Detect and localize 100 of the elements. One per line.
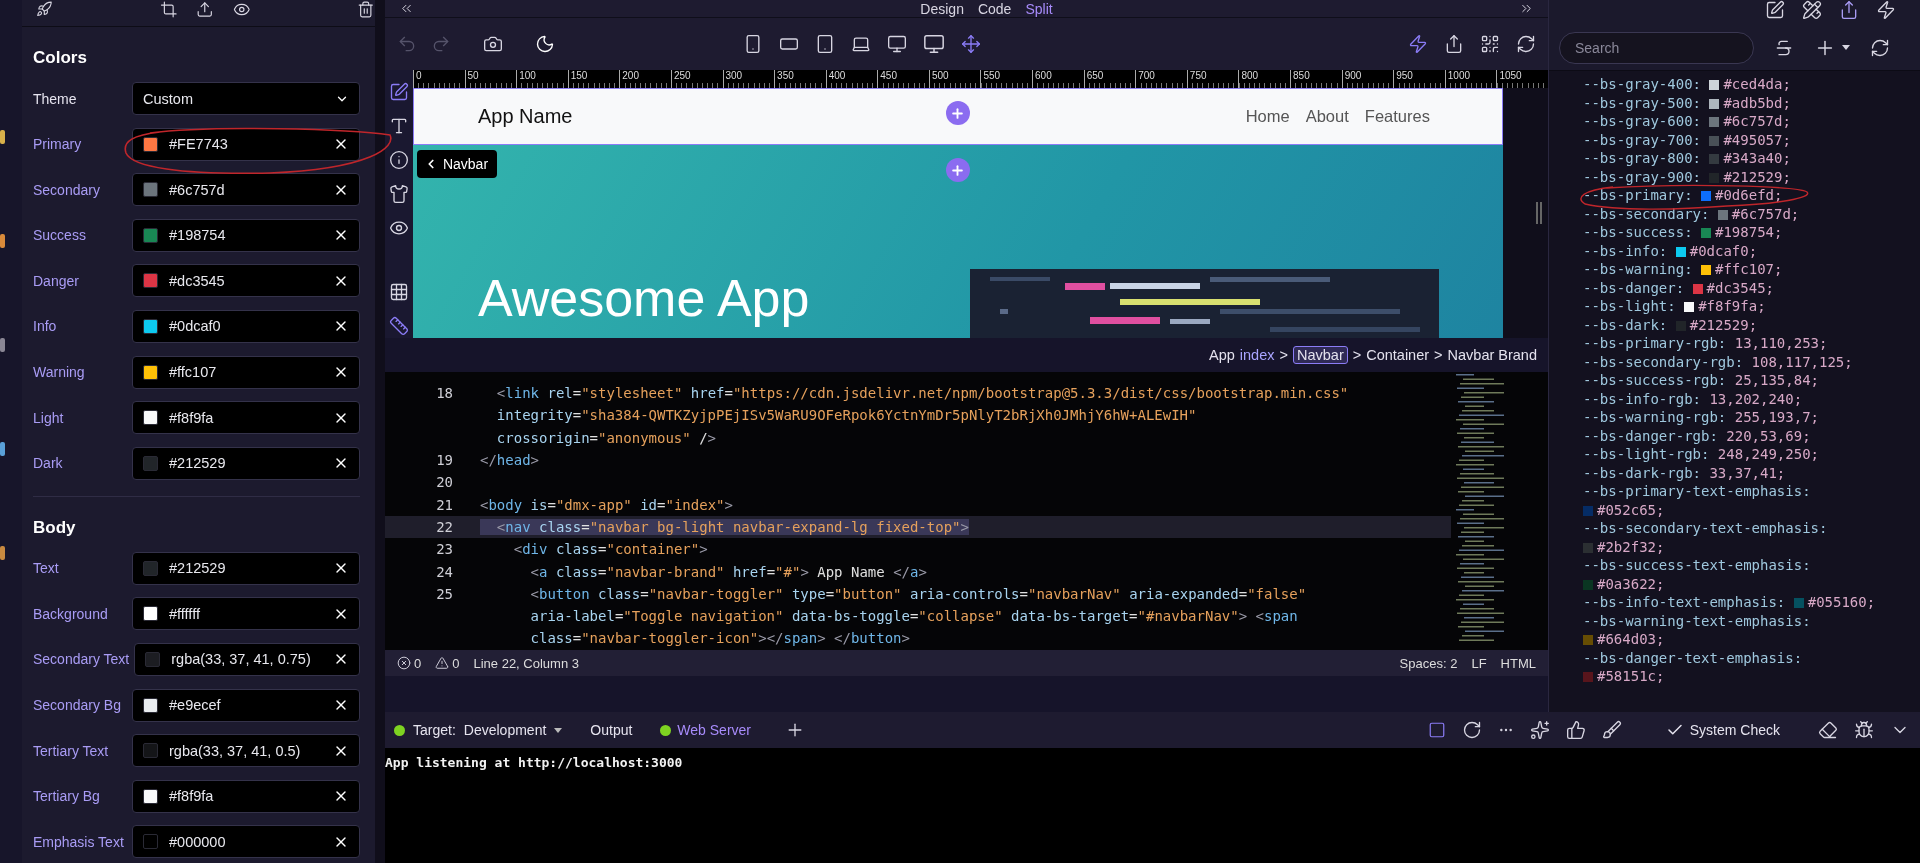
thumbs-up-icon[interactable]: [1565, 720, 1586, 740]
field-label: Secondary Text: [33, 651, 130, 668]
color-field[interactable]: #0dcaf0: [132, 309, 360, 343]
plus-icon[interactable]: [950, 162, 966, 178]
sidebar-icon[interactable]: [0, 442, 5, 456]
color-swatch[interactable]: [143, 364, 158, 380]
color-swatch[interactable]: [143, 318, 158, 334]
preview-navbar[interactable]: App Name Home About Features: [412, 88, 1503, 145]
color-field[interactable]: #6c757d: [132, 173, 360, 207]
theme-select[interactable]: Custom: [132, 82, 360, 115]
breadcrumb-item[interactable]: App: [1209, 347, 1235, 363]
breadcrumb-item[interactable]: Navbar: [1292, 346, 1348, 364]
mode-tab[interactable]: Code: [977, 0, 1012, 17]
nav-link[interactable]: Home: [1245, 107, 1290, 126]
color-swatch[interactable]: [143, 560, 158, 576]
sidebar-icon[interactable]: [0, 234, 5, 248]
share-icon[interactable]: [1444, 34, 1464, 54]
monitor-icon[interactable]: [922, 33, 945, 55]
grid-icon[interactable]: [388, 282, 409, 302]
sidebar-icon[interactable]: [0, 338, 5, 352]
color-swatch[interactable]: [143, 410, 158, 426]
color-field[interactable]: rgba(33, 37, 41, 0.5): [132, 734, 360, 768]
color-field[interactable]: #212529: [132, 551, 360, 585]
camera-icon[interactable]: [483, 34, 503, 54]
line-number: 24: [435, 563, 453, 580]
color-swatch[interactable]: [143, 606, 158, 622]
rocket-icon[interactable]: [36, 0, 53, 18]
breadcrumb-item[interactable]: Container: [1366, 347, 1430, 363]
bug-icon[interactable]: [1854, 720, 1874, 740]
nav-link[interactable]: About: [1305, 107, 1349, 126]
color-field[interactable]: #ffffff: [132, 597, 360, 631]
color-field[interactable]: #f8f9fa: [132, 401, 360, 435]
search-field[interactable]: Search: [1559, 31, 1754, 64]
breadcrumb-item[interactable]: Navbar Brand: [1447, 347, 1537, 363]
color-swatch[interactable]: [143, 697, 158, 713]
trash-icon[interactable]: [357, 0, 375, 19]
color-swatch[interactable]: [143, 182, 158, 198]
color-field[interactable]: #FE7743: [132, 127, 360, 161]
upload-icon[interactable]: [196, 0, 214, 19]
target-select[interactable]: Development: [463, 722, 547, 738]
ruler-icon[interactable]: [388, 316, 409, 336]
sparkles-icon[interactable]: [1529, 720, 1550, 740]
resize-handle[interactable]: [1536, 202, 1542, 224]
caret-icon[interactable]: [554, 727, 563, 733]
brush-icon[interactable]: [1601, 720, 1622, 740]
color-swatch[interactable]: [143, 227, 158, 243]
status-dot: [660, 724, 672, 736]
eraser-icon[interactable]: [1818, 720, 1838, 740]
mode-tab[interactable]: Split: [1025, 0, 1053, 17]
crop-icon[interactable]: [159, 0, 178, 19]
panel-tab[interactable]: Web Server: [677, 722, 751, 738]
color-field[interactable]: rgba(33, 37, 41, 0.75): [134, 642, 360, 676]
color-swatch[interactable]: [143, 743, 158, 759]
monitor-icon[interactable]: [886, 34, 907, 54]
color-field[interactable]: #ffc107: [132, 355, 360, 389]
css-variable: --bs-gray-600: #6c757d;: [1583, 112, 1792, 131]
panel-tab[interactable]: Output: [590, 722, 633, 738]
info-icon[interactable]: [388, 150, 409, 170]
shirt-icon[interactable]: [388, 184, 409, 204]
refresh-icon[interactable]: [1870, 37, 1890, 58]
css-variable: --bs-secondary-rgb: 108,117,125;: [1583, 352, 1854, 371]
refresh-icon[interactable]: [1516, 34, 1536, 54]
navbar-chip[interactable]: Navbar: [416, 150, 498, 178]
error-count: 0: [414, 655, 422, 671]
sidebar-icon[interactable]: [0, 130, 5, 144]
color-field[interactable]: #212529: [132, 446, 360, 480]
stop-icon[interactable]: [1427, 721, 1446, 739]
bolt-icon[interactable]: [1408, 34, 1428, 54]
color-swatch[interactable]: [143, 455, 158, 471]
reload-icon[interactable]: [1461, 720, 1482, 740]
nav-link[interactable]: Features: [1364, 107, 1430, 126]
qr-code-icon[interactable]: [1480, 34, 1500, 54]
caret-icon[interactable]: [1842, 45, 1850, 50]
plus-icon[interactable]: [950, 105, 966, 121]
css-variable: --bs-primary: #0d6efd;: [1583, 186, 1784, 205]
move-icon[interactable]: [960, 34, 981, 54]
color-field[interactable]: #000000: [132, 825, 360, 859]
color-field[interactable]: #f8f9fa: [132, 779, 360, 813]
status-item[interactable]: LF: [1471, 655, 1487, 671]
color-swatch[interactable]: [145, 651, 161, 667]
mode-tab[interactable]: Design: [920, 0, 964, 17]
sidebar-icon[interactable]: [0, 546, 5, 560]
edit-icon[interactable]: [388, 82, 409, 102]
color-swatch[interactable]: [143, 834, 158, 850]
css-variable: --bs-warning-text-emphasis: #664d03;: [1583, 611, 1812, 649]
color-field[interactable]: #e9ecef: [132, 688, 360, 722]
color-field[interactable]: #198754: [132, 218, 360, 252]
status-item[interactable]: HTML: [1500, 655, 1536, 671]
tools-icon[interactable]: [1802, 0, 1822, 20]
color-swatch[interactable]: [143, 788, 158, 804]
edit-icon[interactable]: [1765, 0, 1785, 20]
system-check-button[interactable]: System Check: [1659, 721, 1786, 739]
color-swatch[interactable]: [143, 273, 158, 289]
status-item[interactable]: Spaces: 2: [1399, 655, 1458, 671]
color-field[interactable]: #dc3545: [132, 264, 360, 298]
color-swatch[interactable]: [143, 136, 158, 152]
css-variable: --bs-warning: #ffc107;: [1583, 260, 1784, 279]
breadcrumb-item[interactable]: index: [1239, 347, 1275, 363]
css-variable: --bs-danger-rgb: 220,53,69;: [1583, 426, 1812, 445]
moon-icon[interactable]: [535, 34, 555, 54]
